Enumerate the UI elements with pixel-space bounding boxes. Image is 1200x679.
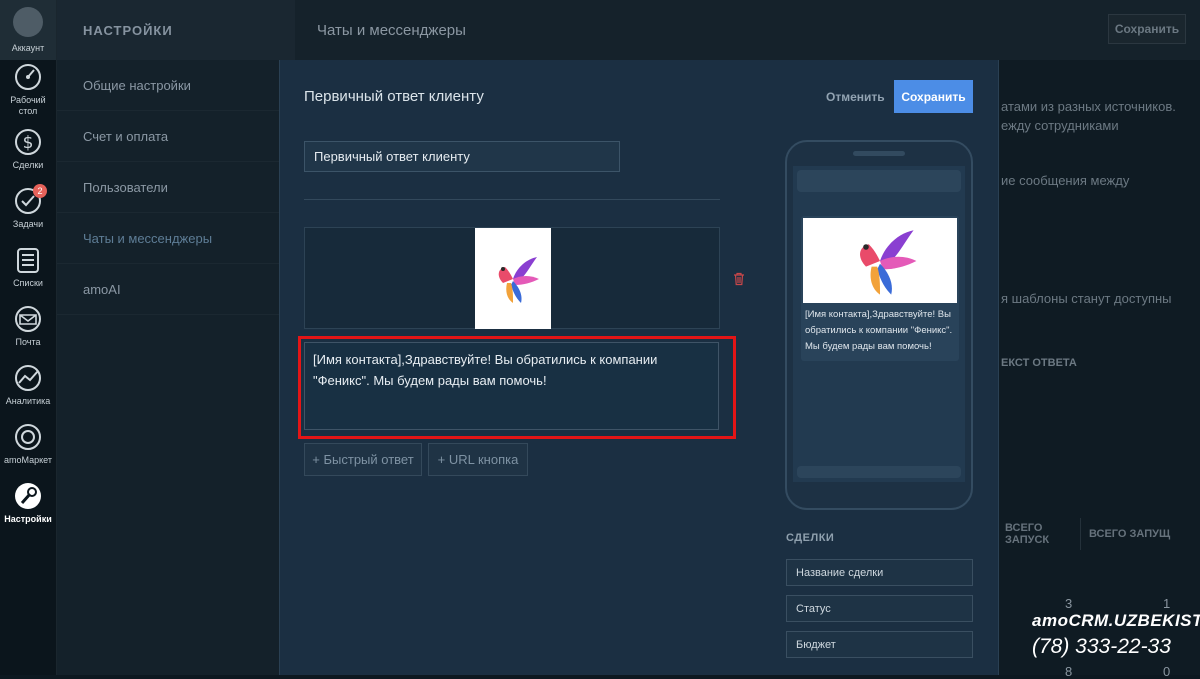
phone-preview: [Имя контакта],Здравствуйте! Вы обратили… <box>785 140 973 510</box>
nav-dashboard[interactable]: Рабочий стол <box>0 60 56 119</box>
submenu-item-billing[interactable]: Счет и оплата <box>57 111 295 162</box>
svg-text:$: $ <box>23 133 34 153</box>
message-text-area[interactable]: [Имя контакта],Здравствуйте! Вы обратили… <box>304 342 719 430</box>
chat-input-bar <box>797 466 961 478</box>
phone-speaker <box>853 151 905 156</box>
tasks-badge: 2 <box>33 184 47 198</box>
template-name-input[interactable] <box>304 141 620 172</box>
divider <box>304 199 720 200</box>
nav-analytics[interactable]: Аналитика <box>0 355 56 414</box>
field-deal-name[interactable]: Название сделки <box>786 559 973 586</box>
nav-analytics-label: Аналитика <box>5 395 51 406</box>
market-icon <box>15 423 41 450</box>
analytics-icon <box>15 364 41 391</box>
nav-mail[interactable]: Почта <box>0 296 56 355</box>
nav-market[interactable]: amoМаркет <box>0 414 56 473</box>
bg-col-total-launch: ВСЕГО ЗАПУСК <box>999 518 1081 550</box>
quick-reply-button[interactable]: + Быстрый ответ <box>304 443 422 476</box>
bg-text-4: я шаблоны станут доступны <box>1001 291 1172 306</box>
nav-lists-label: Списки <box>13 277 43 288</box>
settings-submenu: НАСТРОЙКИ Общие настройки Счет и оплата … <box>57 0 295 675</box>
cancel-button[interactable]: Отменить <box>826 90 885 104</box>
submenu-item-chats[interactable]: Чаты и мессенджеры <box>57 213 295 264</box>
account-label: Аккаунт <box>11 43 45 53</box>
nav-tasks-label: Задачи <box>12 218 44 229</box>
brand-watermark: amoCRM.UZBEKISTAN <box>1032 611 1200 630</box>
submenu-item-users[interactable]: Пользователи <box>57 162 295 213</box>
bg-number: 3 <box>1065 596 1073 611</box>
page-save-button[interactable]: Сохранить <box>1108 14 1186 44</box>
nav-deals-label: Сделки <box>12 159 44 170</box>
dashboard-icon <box>15 64 41 90</box>
nav-lists[interactable]: Списки <box>0 237 56 296</box>
account-button[interactable]: Аккаунт <box>0 0 56 60</box>
phone-watermark: (78) 333-22-33 <box>1032 635 1171 658</box>
bg-number: 8 <box>1065 664 1073 679</box>
avatar <box>13 7 43 37</box>
field-status[interactable]: Статус <box>786 595 973 622</box>
phoenix-logo-icon <box>498 256 539 303</box>
mail-icon <box>15 305 41 332</box>
submenu-item-general[interactable]: Общие настройки <box>57 60 295 111</box>
page-title: Чаты и мессенджеры <box>295 0 1200 60</box>
bg-number: 0 <box>1163 664 1171 679</box>
submenu-heading: НАСТРОЙКИ <box>57 0 295 60</box>
bg-col-total-launched: ВСЕГО ЗАПУЩ <box>1089 528 1171 540</box>
dollar-icon: $ <box>15 128 41 155</box>
preview-message-card: [Имя контакта],Здравствуйте! Вы обратили… <box>801 216 959 361</box>
save-button[interactable]: Сохранить <box>894 80 973 113</box>
bg-number: 1 <box>1163 596 1171 611</box>
bg-text-2: ежду сотрудниками <box>1001 118 1119 133</box>
icon-rail: Аккаунт Рабочий стол $ Сделки 2 Задачи С… <box>0 0 57 675</box>
phoenix-logo-icon <box>860 229 917 295</box>
url-button[interactable]: + URL кнопка <box>428 443 528 476</box>
bg-text-1: атами из разных источников. <box>1001 99 1176 114</box>
nav-dashboard-label: Рабочий стол <box>10 95 46 116</box>
chat-header <box>797 170 961 192</box>
preview-message-text: [Имя контакта],Здравствуйте! Вы обратили… <box>805 309 953 352</box>
template-modal: Первичный ответ клиенту Отменить Сохрани… <box>279 60 999 675</box>
nav-tasks[interactable]: 2 Задачи <box>0 178 56 237</box>
lists-icon <box>17 247 39 273</box>
submenu-item-amoai[interactable]: amoAI <box>57 264 295 315</box>
wrench-icon <box>15 482 41 509</box>
preview-image <box>803 218 957 303</box>
deals-heading: СДЕЛКИ <box>786 532 835 544</box>
nav-mail-label: Почта <box>15 336 41 347</box>
nav-market-label: amoМаркет <box>4 454 52 465</box>
nav-settings[interactable]: Настройки <box>0 473 56 532</box>
bg-text-3: ие сообщения между <box>1001 173 1130 188</box>
nav-settings-label: Настройки <box>4 513 52 524</box>
phone-screen: [Имя контакта],Здравствуйте! Вы обратили… <box>793 166 965 482</box>
nav-deals[interactable]: $ Сделки <box>0 119 56 178</box>
bg-column-header: ЕКСТ ОТВЕТА <box>1001 357 1077 369</box>
phoenix-image <box>475 228 551 329</box>
field-budget[interactable]: Бюджет <box>786 631 973 658</box>
modal-title: Первичный ответ клиенту <box>304 88 484 105</box>
image-attachment[interactable] <box>304 227 720 329</box>
trash-icon[interactable] <box>732 272 746 286</box>
